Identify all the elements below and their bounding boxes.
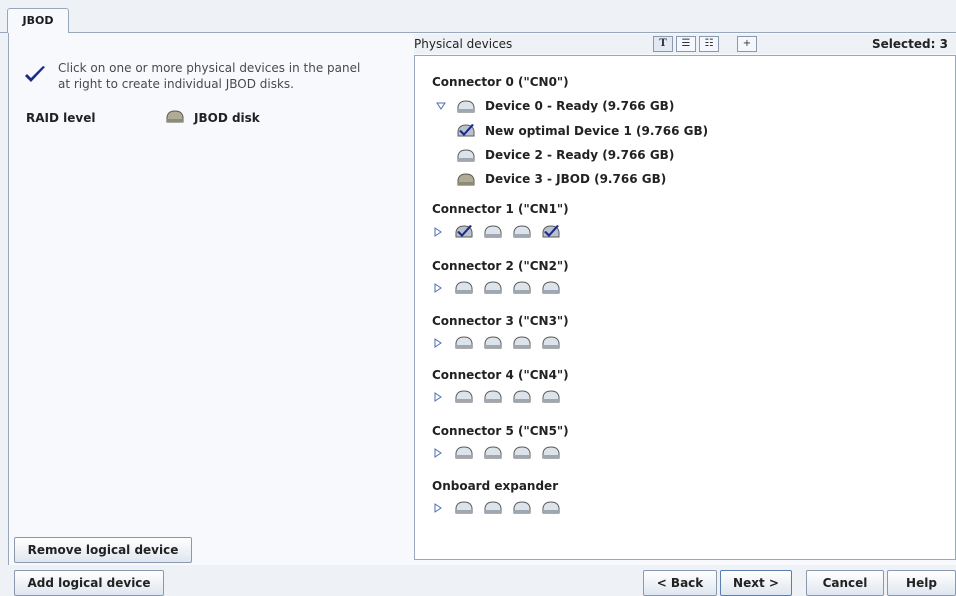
- connector-label[interactable]: Connector 1 ("CN1"): [432, 202, 569, 216]
- disk-icon[interactable]: [513, 390, 531, 403]
- connector-label[interactable]: Connector 3 ("CN3"): [432, 314, 569, 328]
- expand-arrow-icon[interactable]: [433, 448, 443, 458]
- selected-count: Selected: 3: [872, 37, 948, 51]
- disk-icon[interactable]: [513, 501, 531, 514]
- physical-devices-title: Physical devices: [414, 37, 513, 51]
- next-button[interactable]: Next >: [720, 570, 792, 596]
- disk-icon[interactable]: [484, 390, 502, 403]
- add-logical-device-button[interactable]: Add logical device: [14, 570, 164, 596]
- expand-arrow-icon[interactable]: [433, 227, 443, 237]
- help-button[interactable]: Help: [887, 570, 956, 596]
- disk-icon[interactable]: [513, 225, 531, 238]
- disk-icon[interactable]: [542, 446, 560, 459]
- connector-label[interactable]: Connector 4 ("CN4"): [432, 368, 569, 382]
- expand-arrow-icon[interactable]: [433, 503, 443, 513]
- disk-icon[interactable]: [542, 390, 560, 403]
- tab-strip: [0, 0, 956, 33]
- raid-level-value: JBOD disk: [194, 111, 260, 125]
- disk-icon[interactable]: [484, 501, 502, 514]
- text-view-icon[interactable]: T: [653, 36, 673, 52]
- checked-disk-icon[interactable]: [455, 225, 473, 238]
- remove-logical-device-button[interactable]: Remove logical device: [14, 537, 192, 563]
- disk-icon[interactable]: [542, 281, 560, 294]
- device-2-label[interactable]: Device 2 - Ready (9.766 GB): [485, 148, 674, 162]
- raid-level-label: RAID level: [26, 111, 96, 125]
- instruction-text: Click on one or more physical devices in…: [58, 61, 361, 91]
- disk-icon: [166, 110, 184, 123]
- disk-icon[interactable]: [484, 281, 502, 294]
- tree-view-icon[interactable]: ☷: [699, 36, 719, 52]
- back-button[interactable]: < Back: [643, 570, 717, 596]
- expand-arrow-icon[interactable]: [433, 392, 443, 402]
- jbod-disk-icon[interactable]: [457, 173, 475, 186]
- list-view-icon[interactable]: ☰: [676, 36, 696, 52]
- tab-jbod[interactable]: JBOD: [7, 8, 69, 33]
- disk-icon[interactable]: [457, 149, 475, 162]
- disk-icon[interactable]: [455, 281, 473, 294]
- connector-label[interactable]: Connector 2 ("CN2"): [432, 259, 569, 273]
- expand-arrow-icon[interactable]: [433, 283, 443, 293]
- device-0-label[interactable]: Device 0 - Ready (9.766 GB): [485, 99, 674, 113]
- disk-icon[interactable]: [484, 225, 502, 238]
- disk-icon[interactable]: [484, 446, 502, 459]
- disk-icon[interactable]: [455, 446, 473, 459]
- disk-icon[interactable]: [513, 446, 531, 459]
- connector-label[interactable]: Connector 5 ("CN5"): [432, 424, 569, 438]
- checked-disk-icon[interactable]: [457, 124, 475, 137]
- device-1-label[interactable]: New optimal Device 1 (9.766 GB): [485, 124, 708, 138]
- checkmark-icon: [25, 66, 45, 82]
- disk-icon[interactable]: [542, 336, 560, 349]
- cancel-button[interactable]: Cancel: [806, 570, 884, 596]
- expand-icon[interactable]: +: [737, 36, 757, 52]
- disk-icon[interactable]: [513, 336, 531, 349]
- disk-icon[interactable]: [455, 336, 473, 349]
- checked-disk-icon[interactable]: [542, 225, 560, 238]
- device-3-label[interactable]: Device 3 - JBOD (9.766 GB): [485, 172, 666, 186]
- expand-arrow-icon[interactable]: [433, 338, 443, 348]
- disk-icon[interactable]: [457, 100, 475, 113]
- collapse-arrow-icon[interactable]: [436, 101, 446, 111]
- disk-icon[interactable]: [455, 501, 473, 514]
- disk-icon[interactable]: [542, 501, 560, 514]
- connector-label[interactable]: Onboard expander: [432, 479, 558, 493]
- disk-icon[interactable]: [484, 336, 502, 349]
- disk-icon[interactable]: [455, 390, 473, 403]
- disk-icon[interactable]: [513, 281, 531, 294]
- connector-label[interactable]: Connector 0 ("CN0"): [432, 75, 569, 89]
